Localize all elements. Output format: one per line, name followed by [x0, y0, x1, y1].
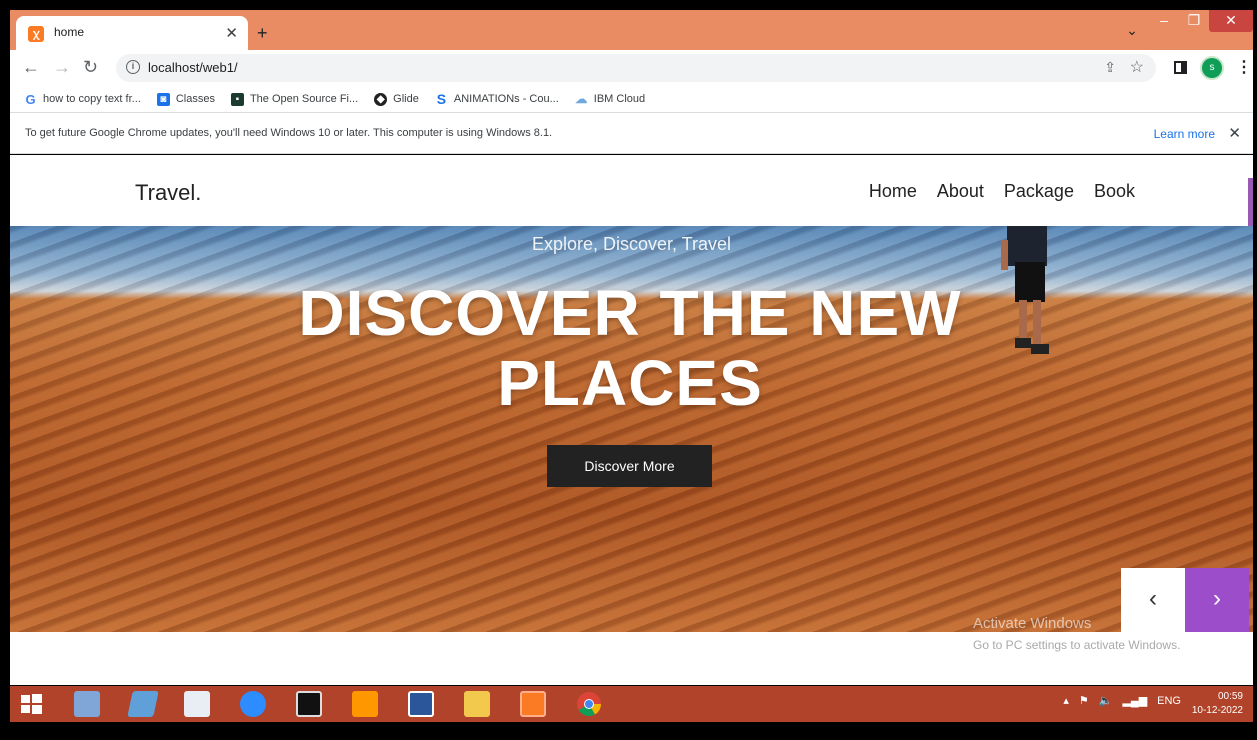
volume-icon[interactable]: 🔈	[1099, 694, 1113, 707]
clock-date: 10-12-2022	[1191, 705, 1243, 716]
tray-up-arrow-icon[interactable]: ▴	[1063, 694, 1069, 707]
classroom-icon: ◙	[156, 92, 170, 106]
carousel-next-button[interactable]: ›	[1185, 568, 1249, 632]
cmd-terminal-icon[interactable]	[296, 691, 322, 717]
site-nav: Home About Package Book	[869, 181, 1135, 202]
glide-icon: ◆	[374, 92, 388, 106]
profile-avatar[interactable]: s	[1202, 58, 1222, 78]
bookmark-label: Classes	[175, 93, 215, 105]
tab-close-icon[interactable]: ✕	[225, 24, 238, 42]
restore-icon[interactable]: ❐	[1179, 10, 1209, 32]
carousel-prev-button[interactable]: ‹	[1121, 568, 1185, 632]
google-icon: G	[25, 91, 36, 107]
back-arrow-icon[interactable]: ←	[22, 57, 40, 78]
new-tab-button[interactable]: +	[257, 23, 268, 44]
discover-more-button[interactable]: Discover More	[547, 445, 712, 487]
signal-icon[interactable]: ▂▄▆	[1122, 694, 1147, 707]
bookmark-label: how to copy text fr...	[43, 93, 141, 105]
bookmark-label: The Open Source Fi...	[249, 93, 359, 105]
address-bar[interactable]: i localhost/web1/ ⇪ ☆	[116, 54, 1156, 82]
clock-time: 00:59	[1217, 691, 1243, 702]
windows-taskbar: ▴ ⚑ 🔈 ▂▄▆ ENG 00:59 10-12-2022	[10, 686, 1253, 722]
window-controls: ⌄ – ❐ ✕	[1115, 10, 1253, 38]
taskbar-clock[interactable]: 00:59 10-12-2022	[1192, 690, 1243, 718]
tab-strip: ꭓ home ✕ + ⌄ – ❐ ✕	[10, 10, 1253, 50]
share-icon[interactable]: ⇪	[1104, 59, 1116, 76]
nav-book[interactable]: Book	[1094, 181, 1135, 202]
cloud-icon: ☁	[575, 91, 588, 106]
kebab-menu-icon[interactable]: ⋮	[1236, 57, 1252, 77]
watermark-subtitle: Go to PC settings to activate Windows.	[973, 638, 1181, 652]
reload-icon[interactable]: ↻	[83, 57, 98, 78]
bookmark-item[interactable]: ☁ IBM Cloud	[575, 91, 646, 106]
notepad-icon[interactable]	[127, 691, 159, 717]
bookmark-item[interactable]: ◆ Glide	[374, 92, 419, 106]
hero-headline: DISCOVER THE NEW PLACES	[298, 277, 962, 419]
site-info-icon[interactable]: i	[126, 60, 140, 74]
language-indicator[interactable]: ENG	[1157, 695, 1181, 707]
app-window-icon[interactable]	[184, 691, 210, 717]
infobar-close-icon[interactable]: ✕	[1228, 124, 1241, 142]
forward-arrow-icon[interactable]: →	[53, 57, 71, 78]
minimize-icon[interactable]: –	[1149, 10, 1179, 32]
url-text[interactable]: localhost/web1/	[148, 60, 238, 75]
hero-tagline: Explore, Discover, Travel	[531, 234, 732, 254]
chrome-icon[interactable]	[576, 691, 602, 717]
browser-tab[interactable]: ꭓ home ✕	[16, 16, 248, 50]
file-explorer-icon[interactable]	[464, 691, 490, 717]
tab-search-chevron-icon[interactable]: ⌄	[1115, 20, 1149, 42]
tab-title: home	[54, 25, 85, 39]
bookmarks-bar: G how to copy text fr... ◙ Classes ▪ The…	[10, 86, 1253, 112]
bookmark-item[interactable]: ▪ The Open Source Fi...	[230, 92, 359, 106]
nav-home[interactable]: Home	[869, 181, 917, 202]
bookmark-item[interactable]: ◙ Classes	[156, 92, 215, 106]
hero-slider: Explore, Discover, Travel DISCOVER THE N…	[10, 226, 1253, 632]
zoom-icon[interactable]	[240, 691, 266, 717]
infobar-message: To get future Google Chrome updates, you…	[25, 127, 553, 139]
site-logo[interactable]: Travel.	[135, 180, 201, 206]
windows-start-icon[interactable]	[18, 691, 44, 717]
sublime-text-icon[interactable]	[352, 691, 378, 717]
xampp-favicon-icon: ꭓ	[28, 26, 44, 42]
side-panel-icon[interactable]	[1174, 61, 1187, 74]
screen: ꭓ home ✕ + ⌄ – ❐ ✕ ← → ↻ i localhost/web…	[0, 0, 1257, 740]
xampp-icon[interactable]	[520, 691, 546, 717]
screen-border	[0, 722, 1257, 740]
open-source-icon: ▪	[230, 92, 244, 106]
bookmark-star-icon[interactable]: ☆	[1130, 57, 1144, 77]
bookmark-label: ANIMATIONs - Cou...	[453, 93, 559, 105]
learn-more-link[interactable]: Learn more	[1154, 127, 1215, 141]
bookmark-label: IBM Cloud	[593, 93, 646, 105]
s-logo-icon: S	[436, 90, 447, 107]
system-tray: ▴ ⚑ 🔈 ▂▄▆ ENG	[1063, 694, 1181, 708]
explorer-desktop-icon[interactable]	[74, 691, 100, 717]
nav-package[interactable]: Package	[1004, 181, 1074, 202]
bookmark-label: Glide	[393, 93, 419, 105]
update-infobar: To get future Google Chrome updates, you…	[10, 112, 1253, 154]
word-icon[interactable]	[408, 691, 434, 717]
page-viewport: Travel. Home About Package Book Explore,…	[10, 155, 1253, 685]
window-close-icon[interactable]: ✕	[1209, 10, 1253, 32]
bookmark-item[interactable]: S ANIMATIONs - Cou...	[435, 90, 559, 107]
nav-about[interactable]: About	[937, 181, 984, 202]
browser-toolbar: ← → ↻ i localhost/web1/ ⇪ ☆ s ⋮	[10, 50, 1253, 86]
flag-icon[interactable]: ⚑	[1079, 694, 1089, 707]
bookmark-item[interactable]: G how to copy text fr...	[24, 91, 141, 107]
